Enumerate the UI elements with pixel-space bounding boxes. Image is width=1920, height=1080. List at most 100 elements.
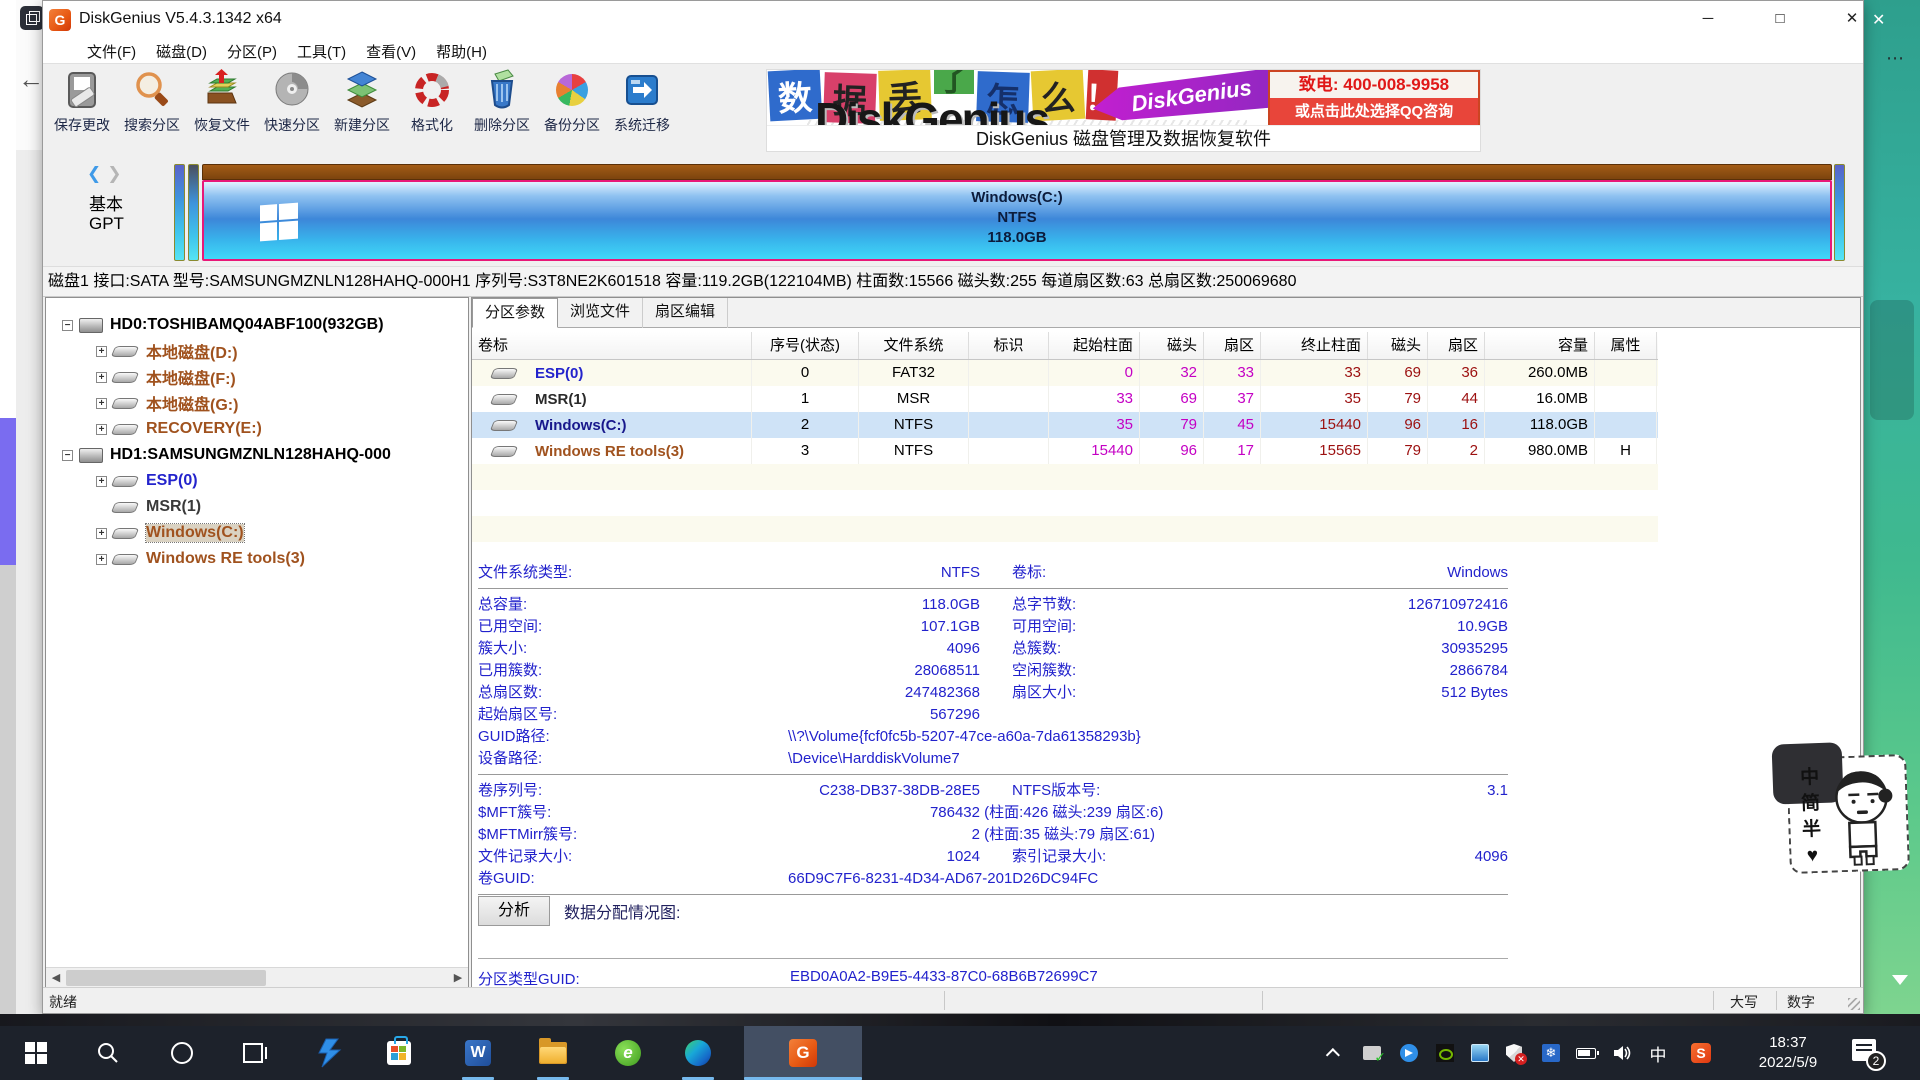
toolbar-button-搜索分区[interactable]: 搜索分区 [117, 68, 187, 150]
table-row-Windows(C:)[interactable]: Windows(C:)2NTFS357945154409616118.0GB [472, 412, 1658, 438]
tree-item-本地磁盘(G:)[interactable]: +本地磁盘(G:) [46, 390, 468, 416]
taskbar-app-edge[interactable] [674, 1026, 722, 1080]
tree-item-ESP(0)[interactable]: +ESP(0) [46, 468, 468, 494]
tray-expand-tray-icon[interactable] [1318, 1026, 1352, 1080]
toolbar-button-格式化[interactable]: 格式化 [397, 68, 467, 150]
background-menu-icon[interactable]: ⋯ [1886, 48, 1905, 69]
expand-icon[interactable]: + [96, 398, 107, 409]
toolbar-button-恢复文件[interactable]: 恢复文件 [187, 68, 257, 150]
toolbar-button-备份分区[interactable]: 备份分区 [537, 68, 607, 150]
intel-tray-icon[interactable] [1463, 1026, 1497, 1080]
scroll-down-icon[interactable] [1892, 975, 1908, 985]
menu-item-5[interactable]: 帮助(H) [426, 39, 497, 63]
column-header-扇区[interactable]: 扇区 [1428, 332, 1485, 359]
scroll-left-icon[interactable]: ◀ [46, 968, 66, 988]
taskbar-app-search[interactable] [84, 1026, 132, 1080]
column-header-标识[interactable]: 标识 [969, 332, 1049, 359]
tree-item-本地磁盘(D:)[interactable]: +本地磁盘(D:) [46, 338, 468, 364]
tree-item-本地磁盘(F:)[interactable]: +本地磁盘(F:) [46, 364, 468, 390]
resize-grip[interactable] [1848, 998, 1860, 1010]
close-button[interactable]: ✕ [1827, 3, 1877, 35]
window-restore-icon[interactable] [20, 6, 44, 30]
taskbar-app-store[interactable] [375, 1026, 423, 1080]
expand-icon[interactable]: + [96, 476, 107, 487]
taskbar-clock[interactable]: 18:37 2022/5/9 [1738, 1033, 1838, 1073]
taskbar-app-file-explorer[interactable] [529, 1026, 577, 1080]
minimize-button[interactable]: ─ [1683, 3, 1733, 35]
menu-item-4[interactable]: 查看(V) [356, 39, 426, 63]
banner-contact[interactable]: 致电: 400-008-9958 或点击此处选择QQ咨询 [1268, 70, 1480, 127]
column-header-序号(状态)[interactable]: 序号(状态) [752, 332, 859, 359]
column-header-卷标[interactable]: 卷标 [472, 332, 752, 359]
tree-item-Windows RE tools(3)[interactable]: +Windows RE tools(3) [46, 546, 468, 572]
volume-tray-icon[interactable] [1605, 1026, 1639, 1080]
toolbar-button-系统迁移[interactable]: 系统迁移 [607, 68, 677, 150]
menu-item-2[interactable]: 分区(P) [217, 39, 287, 63]
tree-item-MSR(1)[interactable]: MSR(1) [46, 494, 468, 520]
device-tray-icon[interactable] [1355, 1026, 1389, 1080]
toolbar-button-新建分区[interactable]: 新建分区 [327, 68, 397, 150]
toolbar-button-保存更改[interactable]: 保存更改 [47, 68, 117, 150]
taskbar-app-browser-360[interactable]: e [604, 1026, 652, 1080]
column-header-磁头[interactable]: 磁头 [1140, 332, 1204, 359]
small-partition-bar[interactable] [188, 164, 199, 261]
column-header-属性[interactable]: 属性 [1595, 332, 1657, 359]
expand-icon[interactable]: + [96, 424, 107, 435]
maximize-button[interactable]: □ [1755, 3, 1805, 35]
ime-indicator[interactable]: 中 [1641, 1026, 1675, 1080]
banner-qq-link[interactable]: 或点击此处选择QQ咨询 [1270, 98, 1478, 125]
taskbar-app-task-view[interactable] [229, 1026, 277, 1080]
scrollbar-thumb[interactable] [66, 970, 266, 986]
toolbar-button-删除分区[interactable]: 删除分区 [467, 68, 537, 150]
expand-icon[interactable]: + [96, 346, 107, 357]
expand-icon[interactable]: + [96, 528, 107, 539]
snowflake-tray-icon[interactable]: ❄ [1534, 1026, 1568, 1080]
column-header-文件系统[interactable]: 文件系统 [859, 332, 969, 359]
collapse-icon[interactable]: − [62, 320, 73, 331]
sogou-ime-panel[interactable]: 中简半♥ [1786, 754, 1910, 874]
table-row-Windows RE tools(3)[interactable]: Windows RE tools(3)3NTFS1544096171556579… [472, 438, 1658, 464]
tree-horizontal-scrollbar[interactable]: ◀ ▶ [46, 967, 468, 988]
menu-item-0[interactable]: 文件(F) [77, 39, 146, 63]
next-disk-icon[interactable]: ❯ [107, 164, 121, 183]
taskbar-app-thunder[interactable] [305, 1026, 353, 1080]
table-row-ESP(0)[interactable]: ESP(0)0FAT3203233336936260.0MB [472, 360, 1658, 386]
battery-tray-icon[interactable] [1569, 1026, 1603, 1080]
small-partition-bar[interactable] [174, 164, 185, 261]
scroll-right-icon[interactable]: ▶ [448, 968, 468, 988]
tab-分区参数[interactable]: 分区参数 [472, 298, 558, 328]
disk-nav-arrows[interactable]: ❮❯ [87, 164, 122, 184]
menu-item-3[interactable]: 工具(T) [287, 39, 356, 63]
taskbar-app-word[interactable]: W [454, 1026, 502, 1080]
tree-item-RECOVERY(E:)[interactable]: +RECOVERY(E:) [46, 416, 468, 442]
expand-icon[interactable]: + [96, 554, 107, 565]
tree-item-HD1:SAMSUNGMZNLN128HAHQ-000[interactable]: −HD1:SAMSUNGMZNLN128HAHQ-000 [46, 442, 468, 468]
tree-item-HD0:TOSHIBAMQ04ABF100(932GB)[interactable]: −HD0:TOSHIBAMQ04ABF100(932GB) [46, 312, 468, 338]
menu-item-1[interactable]: 磁盘(D) [146, 39, 217, 63]
defender-tray-icon[interactable]: ✕ [1497, 1026, 1531, 1080]
sogou-tray-icon[interactable]: S [1684, 1026, 1718, 1080]
nvidia-tray-icon[interactable] [1428, 1026, 1462, 1080]
small-partition-bar[interactable] [1834, 164, 1845, 261]
column-header-扇区[interactable]: 扇区 [1204, 332, 1261, 359]
tab-扇区编辑[interactable]: 扇区编辑 [643, 298, 728, 328]
ad-banner[interactable]: 数据丢了怎么！ DiskGenius DiskGenius 致电: 400-00… [766, 69, 1481, 152]
tab-浏览文件[interactable]: 浏览文件 [558, 298, 643, 328]
column-header-容量[interactable]: 容量 [1485, 332, 1595, 359]
table-row-MSR(1)[interactable]: MSR(1)1MSR33693735794416.0MB [472, 386, 1658, 412]
taskbar-app-cortana[interactable] [158, 1026, 206, 1080]
main-partition-bar[interactable]: Windows(C:) NTFS 118.0GB [202, 180, 1832, 261]
prev-disk-icon[interactable]: ❮ [87, 164, 101, 183]
column-header-终止柱面[interactable]: 终止柱面 [1261, 332, 1368, 359]
action-center-button[interactable]: 2 [1852, 1039, 1882, 1067]
taskbar-app-diskgenius[interactable]: G [744, 1026, 862, 1080]
column-header-起始柱面[interactable]: 起始柱面 [1049, 332, 1140, 359]
expand-icon[interactable]: + [96, 372, 107, 383]
analyze-button[interactable]: 分析 [478, 896, 550, 926]
collapse-icon[interactable]: − [62, 450, 73, 461]
taskbar-app-start[interactable] [12, 1026, 60, 1080]
column-header-磁头[interactable]: 磁头 [1368, 332, 1428, 359]
tree-item-Windows(C:)[interactable]: +Windows(C:) [46, 520, 468, 546]
titlebar[interactable]: G DiskGenius V5.4.3.1342 x64 ─ □ ✕ [43, 1, 1863, 39]
back-arrow-icon[interactable]: ← [18, 64, 44, 95]
